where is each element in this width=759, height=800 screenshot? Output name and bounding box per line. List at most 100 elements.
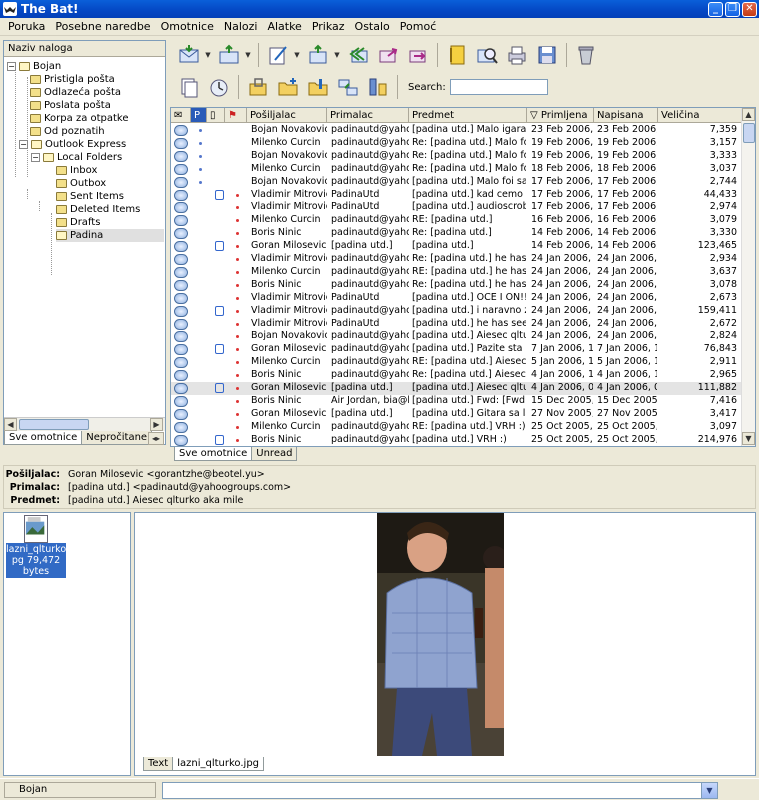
message-row[interactable]: Vladimir Mitrovic PadinaUtd [padina utd.] …	[171, 292, 742, 305]
tree-local-padina[interactable]: Padina	[56, 229, 164, 242]
menu-posebne-naredbe[interactable]: Posebne naredbe	[51, 20, 156, 33]
col-size[interactable]: Veličina	[658, 108, 742, 123]
message-row[interactable]: Bojan Novakovic padinautd@yahoo....[padin…	[171, 176, 742, 189]
menu-poruka[interactable]: Poruka	[4, 20, 51, 33]
message-status-icon[interactable]	[174, 305, 188, 317]
message-status-icon[interactable]	[174, 202, 188, 214]
message-row[interactable]: Boris Ninic Air Jordan, bia@bi...[padina …	[171, 395, 742, 408]
tree-folder-known[interactable]: Od poznatih	[30, 125, 105, 138]
delete-icon[interactable]	[571, 42, 601, 68]
col-received[interactable]: ▽ Primljena	[527, 108, 594, 123]
message-row[interactable]: Boris Ninic padinautd@yahoo....[padina ut…	[171, 434, 742, 446]
menu-omotnice[interactable]: Omotnice	[157, 20, 220, 33]
message-status-icon[interactable]	[174, 395, 188, 407]
col-subject[interactable]: Predmet	[409, 108, 527, 123]
tree-outlook-express[interactable]: − Outlook Express	[19, 138, 126, 151]
scroll-left-icon[interactable]: ◀	[4, 418, 17, 431]
folder-tree-hscroll[interactable]: ◀ ▶	[4, 417, 165, 431]
tree-folder-sent[interactable]: Poslata pošta	[30, 99, 111, 112]
message-row[interactable]: Milenko Curcin padinautd@yahoo....RE: [pa…	[171, 356, 742, 369]
tree-folder-trash[interactable]: Korpa za otpatke	[30, 112, 129, 125]
message-row[interactable]: Goran Milosevic [padina utd.] [padina utd.…	[171, 408, 742, 421]
status-dropdown[interactable]: ▼	[162, 782, 718, 799]
message-row[interactable]: Goran Milosevic [padina utd.] [padina utd.…	[171, 382, 742, 395]
scroll-down-icon[interactable]: ▼	[742, 432, 755, 445]
message-status-icon[interactable]	[174, 434, 188, 446]
tree-local-drafts[interactable]: Drafts	[56, 216, 100, 229]
collapse-icon[interactable]: −	[19, 140, 28, 149]
col-written[interactable]: Napisana	[594, 108, 658, 123]
get-mail-icon[interactable]	[174, 42, 204, 68]
tree-local-deleted[interactable]: Deleted Items	[56, 203, 140, 216]
scrollbar-thumb[interactable]	[19, 419, 89, 430]
message-status-icon[interactable]	[174, 331, 188, 343]
find-icon[interactable]	[472, 42, 502, 68]
message-row[interactable]: Milenko Curcin padinautd@yahoo....Re: [pa…	[171, 137, 742, 150]
message-status-icon[interactable]	[174, 125, 188, 136]
col-priority-icon[interactable]: P	[191, 108, 207, 123]
search-input[interactable]	[449, 79, 548, 95]
col-flag-icon[interactable]: ⚑	[225, 108, 247, 123]
message-row[interactable]: Bojan Novakovic padinautd@yahoo....Re: [p…	[171, 150, 742, 163]
message-status-icon[interactable]	[174, 279, 188, 291]
message-row[interactable]: Vladimir Mitrovic PadinaUtd [padina utd.] …	[171, 189, 742, 202]
col-attachment-icon[interactable]: ▯	[207, 108, 225, 123]
message-status-icon[interactable]	[174, 150, 188, 162]
minimize-button[interactable]: _	[708, 1, 723, 17]
tree-local-inbox[interactable]: Inbox	[56, 164, 97, 177]
tree-local-outbox[interactable]: Outbox	[56, 177, 106, 190]
collapse-icon[interactable]: −	[7, 62, 16, 71]
send-mail-icon[interactable]	[214, 42, 244, 68]
move-message-icon[interactable]	[204, 74, 234, 100]
new-folder-icon[interactable]	[273, 74, 303, 100]
scrollbar-thumb[interactable]	[743, 123, 755, 143]
message-status-icon[interactable]	[174, 370, 188, 382]
col-envelope-icon[interactable]: ✉	[171, 108, 191, 123]
tab-unread[interactable]: Unread	[251, 447, 298, 461]
tab-neprocitane[interactable]: Nepročitane	[81, 431, 153, 445]
tree-account-bojan[interactable]: − Bojan	[7, 60, 61, 73]
message-status-icon[interactable]	[174, 421, 188, 433]
message-row[interactable]: Vladimir Mitrovic PadinaUtd [padina utd.] …	[171, 201, 742, 214]
folder-properties-icon[interactable]	[303, 74, 333, 100]
message-row[interactable]: Vladimir Mitrovic PadinaUtd [padina utd.] …	[171, 318, 742, 331]
message-row[interactable]: Milenko Curcin padinautd@yahoo....RE: [pa…	[171, 214, 742, 227]
message-status-icon[interactable]	[174, 241, 188, 253]
tree-local-folders[interactable]: − Local Folders	[31, 151, 122, 164]
message-row[interactable]: Vladimir Mitrovic padinautd@yahoo....[pad…	[171, 305, 742, 318]
message-status-icon[interactable]	[174, 383, 188, 394]
message-list-vscroll[interactable]: ▲ ▼	[741, 108, 755, 446]
message-status-icon[interactable]	[174, 292, 188, 304]
message-status-icon[interactable]	[174, 176, 188, 188]
message-status-icon[interactable]	[174, 266, 188, 278]
menu-prikaz[interactable]: Prikaz	[308, 20, 351, 33]
save-icon[interactable]	[532, 42, 562, 68]
copy-message-icon[interactable]	[174, 74, 204, 100]
filter-icon[interactable]	[333, 74, 363, 100]
scroll-up-icon[interactable]: ▲	[742, 108, 755, 121]
jpg-file-icon[interactable]	[24, 515, 48, 543]
message-status-icon[interactable]	[174, 137, 188, 149]
message-row[interactable]: Boris Ninic padinautd@yahoo....Re: [padin…	[171, 279, 742, 292]
forward-icon[interactable]	[373, 42, 403, 68]
message-status-icon[interactable]	[174, 215, 188, 227]
menu-ostalo[interactable]: Ostalo	[351, 20, 396, 33]
collapse-icon[interactable]: −	[31, 153, 40, 162]
message-status-icon[interactable]	[174, 228, 188, 240]
message-row[interactable]: Milenko Curcin padinautd@yahoo....RE: [pa…	[171, 421, 742, 434]
message-row[interactable]: Boris Ninic padinautd@yahoo....Re: [padin…	[171, 227, 742, 240]
menu-pomoc[interactable]: Pomoć	[396, 20, 442, 33]
message-row[interactable]: Milenko Curcin padinautd@yahoo....Re: [pa…	[171, 163, 742, 176]
dropdown-arrow-icon[interactable]: ▼	[333, 51, 341, 59]
message-row[interactable]: Vladimir Mitrovic padinautd@yahoo....Re: …	[171, 253, 742, 266]
message-status-icon[interactable]	[174, 357, 188, 369]
message-status-icon[interactable]	[174, 344, 188, 356]
dropdown-arrow-icon[interactable]: ▼	[204, 51, 212, 59]
reply-icon[interactable]	[303, 42, 333, 68]
close-button[interactable]: ✕	[742, 1, 757, 17]
tree-folder-inbox[interactable]: Pristigla pošta	[30, 73, 115, 86]
message-status-icon[interactable]	[174, 254, 188, 265]
tab-text[interactable]: Text	[143, 757, 174, 771]
message-row[interactable]: Goran Milosevic [padina utd.] [padina utd.…	[171, 240, 742, 253]
dropdown-arrow-icon[interactable]: ▼	[244, 51, 252, 59]
